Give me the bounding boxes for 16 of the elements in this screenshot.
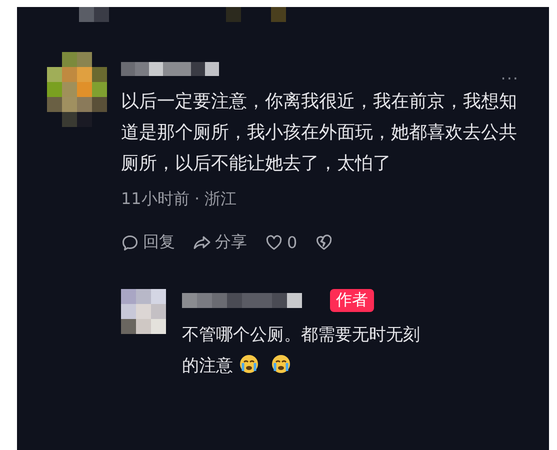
avatar [121, 289, 166, 334]
reply-text: 不管哪个公厕。都需要无时无刻的注意 [182, 324, 421, 378]
comment-meta: 11小时前 · 浙江 [121, 189, 238, 210]
share-button[interactable]: 分享 [193, 232, 247, 253]
crying-face-icon [271, 354, 291, 374]
heart-icon [265, 234, 283, 252]
reply-button[interactable]: 回复 [121, 232, 175, 253]
author-badge: 作者 [330, 289, 374, 312]
more-options-icon[interactable]: ··· [500, 68, 519, 88]
broken-heart-icon [315, 234, 334, 252]
comment-icon [121, 234, 139, 252]
crying-face-icon [239, 354, 259, 374]
comment-text: 以后一定要注意，你离我很近，我在前京，我想知道是那个厕所，我小孩在外面玩，她都喜欢去公共厕所，以后不能让她去了，太怕了 [121, 90, 518, 176]
like-button[interactable]: 0 [265, 233, 298, 252]
dislike-button[interactable] [315, 234, 334, 252]
share-arrow-icon [193, 234, 211, 252]
